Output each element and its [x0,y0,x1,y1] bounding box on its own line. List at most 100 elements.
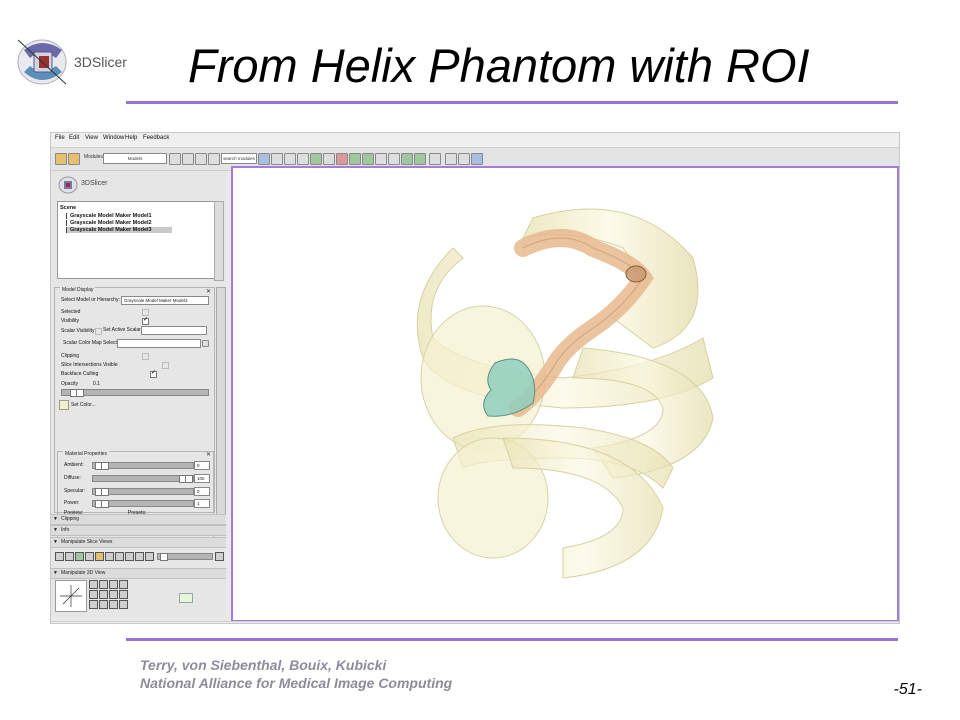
specular-slider[interactable] [92,488,194,496]
ambient-value[interactable]: 0 [194,461,210,470]
slice-control-icon[interactable] [125,552,134,561]
power-slider-handle[interactable] [101,500,109,508]
slice-control-icon[interactable] [75,552,84,561]
close-icon[interactable]: ✕ [206,288,211,295]
view-control-icon[interactable] [89,600,98,609]
slice-control-icon[interactable] [105,552,114,561]
set-color-button[interactable]: Set Color... [71,402,96,408]
pick-icon[interactable] [458,153,470,165]
specular-value[interactable]: 0 [194,487,210,496]
view-control-icon[interactable] [109,590,118,599]
opacity-slider-handle[interactable] [76,389,84,397]
panel-scrollbar[interactable] [216,287,226,517]
slice-control-icon[interactable] [145,552,154,561]
redo-icon[interactable] [414,153,426,165]
opacity-slider[interactable] [61,389,209,397]
tree-item[interactable]: Grayscale Model Maker Model2 [66,220,152,226]
active-scalar-select[interactable] [141,326,207,335]
measure-icon[interactable] [375,153,387,165]
menu-feedback[interactable]: Feedback [143,135,169,141]
slice-fade-handle[interactable] [160,553,168,561]
fiducials-module-icon[interactable] [323,153,335,165]
color-swatch[interactable] [59,400,69,410]
manipulate-slice-views-section[interactable]: ▼ Manipulate Slice Views [51,537,226,548]
module-select[interactable]: Models [103,153,167,164]
module-list-icon[interactable] [208,153,220,165]
power-value[interactable]: 1 [194,499,210,508]
model-select[interactable]: Grayscale Model Maker Model3 [121,296,209,305]
snapshot-icon[interactable] [179,593,193,603]
diffuse-slider-handle[interactable] [185,475,193,483]
ambient-slider[interactable] [92,462,194,470]
specular-slider-handle[interactable] [101,488,109,496]
prev-module-icon[interactable] [169,153,181,165]
colormap-button[interactable] [202,340,209,347]
load-scene-icon[interactable] [55,153,67,165]
tree-scrollbar[interactable] [214,201,224,281]
volumes-module-icon[interactable] [297,153,309,165]
view-control-icon[interactable] [119,590,128,599]
diffuse-value[interactable]: 100 [194,474,210,483]
slice-control-icon[interactable] [115,552,124,561]
slice-control-icon[interactable] [215,552,224,561]
undo-icon[interactable] [401,153,413,165]
power-slider[interactable] [92,500,194,508]
view-control-icon[interactable] [99,590,108,599]
view-control-icon[interactable] [99,600,108,609]
close-icon[interactable]: ✕ [206,451,211,458]
color-module-icon[interactable] [349,153,361,165]
scalar-colormap-select[interactable] [117,339,201,348]
tree-item-selected[interactable]: Grayscale Model Maker Model3 [66,227,172,233]
editor-module-icon[interactable] [336,153,348,165]
clipping-section[interactable]: ▼ Clipping [51,514,226,525]
manipulate-3d-view-section[interactable]: ▼ Manipulate 3D View [51,568,226,579]
clipping-checkbox[interactable] [142,353,149,360]
layout-select-icon[interactable] [429,153,441,165]
visibility-checkbox[interactable] [142,316,149,325]
view-control-icon[interactable] [119,580,128,589]
menu-help[interactable]: Help [125,135,137,141]
slice-intersections-checkbox[interactable] [162,362,169,369]
layout-conventional-icon[interactable] [258,153,270,165]
models-module-icon[interactable] [310,153,322,165]
view-control-icon[interactable] [109,600,118,609]
view-control-icon[interactable] [119,600,128,609]
selected-checkbox[interactable] [142,309,149,316]
module-history-icon[interactable] [195,153,207,165]
slide-title: From Helix Phantom with ROI [188,39,810,92]
data-module-icon[interactable] [284,153,296,165]
slice-control-icon[interactable] [55,552,64,561]
transforms-module-icon[interactable] [362,153,374,165]
backface-culling-checkbox[interactable] [150,369,157,378]
opacity-label: Opacity [61,381,78,387]
view-control-icon[interactable] [89,590,98,599]
screenshot-icon[interactable] [388,153,400,165]
home-module-icon[interactable] [271,153,283,165]
ambient-slider-handle[interactable] [101,462,109,470]
arrow-down-icon[interactable] [445,153,457,165]
tree-root[interactable]: Scene [60,205,76,211]
axis-widget[interactable] [55,580,87,612]
slice-control-icon[interactable] [65,552,74,561]
slice-fade-slider[interactable] [157,553,213,561]
scalar-visibility-checkbox[interactable] [95,328,102,335]
save-scene-icon[interactable] [68,153,80,165]
3d-view[interactable] [231,166,899,622]
info-section[interactable]: ▼ Info [51,525,226,536]
tree-item[interactable]: Grayscale Model Maker Model1 [66,213,152,219]
diffuse-slider[interactable] [92,475,194,483]
view-control-icon[interactable] [89,580,98,589]
module-search-input[interactable]: search modules [221,153,257,164]
view-control-icon[interactable] [109,580,118,589]
slice-control-icon[interactable] [135,552,144,561]
slice-control-icon[interactable] [85,552,94,561]
menu-view[interactable]: View [85,135,98,141]
menu-file[interactable]: File [55,135,65,141]
view-control-icon[interactable] [99,580,108,589]
next-module-icon[interactable] [182,153,194,165]
mrml-tree[interactable]: Scene Grayscale Model Maker Model1 Grays… [57,201,215,279]
menu-edit[interactable]: Edit [69,135,79,141]
slice-control-icon[interactable] [95,552,104,561]
menu-window[interactable]: Window [103,135,124,141]
view-icon[interactable] [471,153,483,165]
